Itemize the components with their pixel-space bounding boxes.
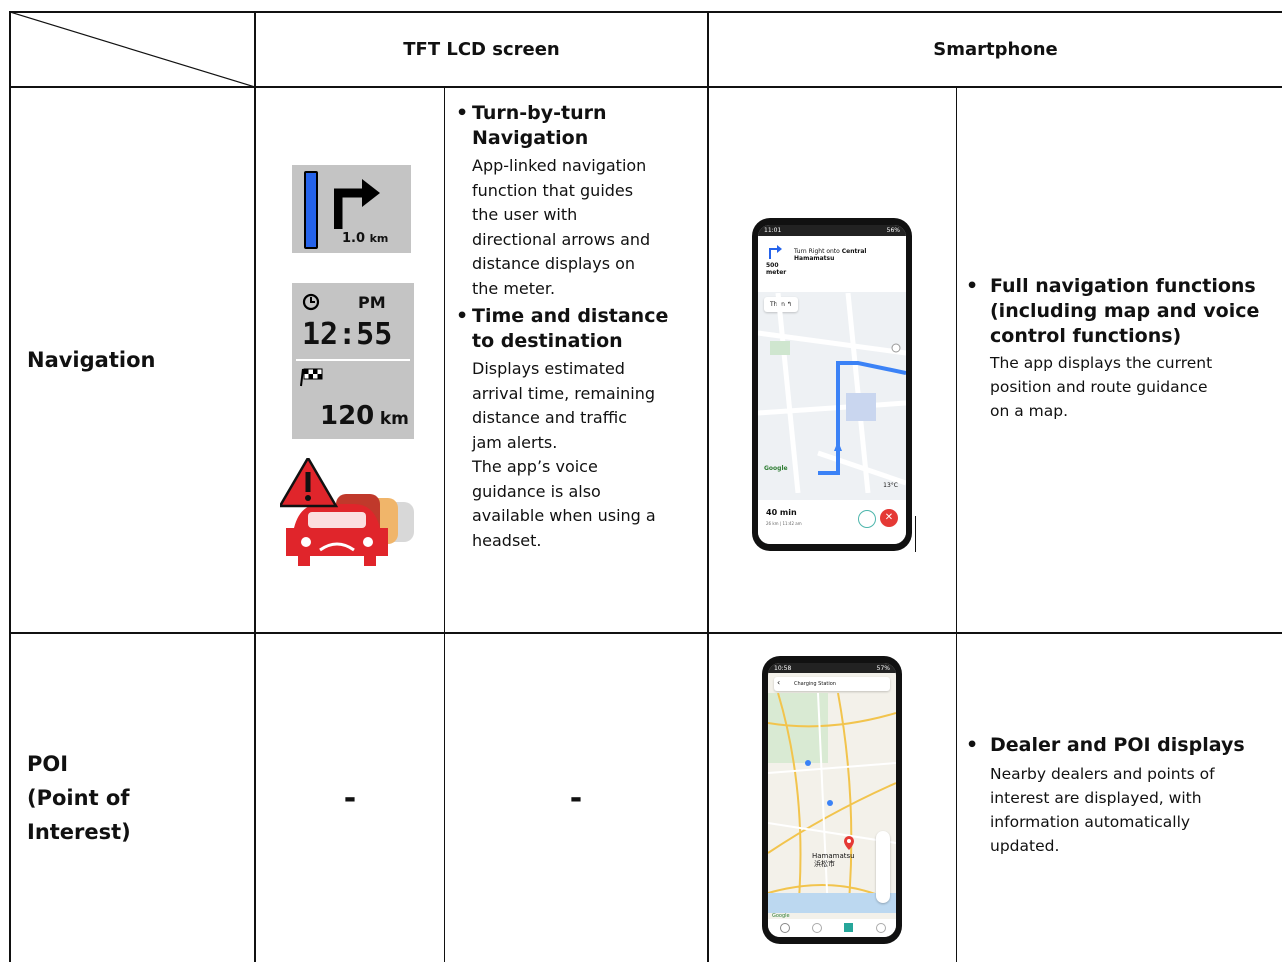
header-smartphone-label: Smartphone xyxy=(933,39,1058,60)
stray-mark xyxy=(915,516,916,552)
turn-right-icon xyxy=(769,245,782,259)
poi-tft-dash-1: - xyxy=(343,780,357,816)
turn-distance-number: 500 xyxy=(766,262,779,269)
nav-tab-settings-icon[interactable] xyxy=(812,923,822,933)
nav-tab-meter-icon[interactable] xyxy=(780,923,790,933)
bullet-time-distance: Time and distance to destination xyxy=(452,304,704,354)
cancel-navigation-button[interactable]: ✕ xyxy=(880,509,898,527)
nav-tab-more-icon[interactable] xyxy=(876,923,886,933)
clock-time: 12:55 xyxy=(302,317,393,352)
weather-label: 13°C xyxy=(883,482,898,489)
route-options-button[interactable] xyxy=(858,510,876,528)
phone-screen-poi: 10:58 57% ‹ Charging Station Hamamatsu 浜… xyxy=(768,663,896,937)
phone-screen: 11:01 56% 500 meter Turn Right onto Cent… xyxy=(758,225,906,544)
poi-city-en: Hamamatsu xyxy=(812,852,855,860)
turn-distance-label: meter xyxy=(766,269,787,276)
turn-distance-unit: km xyxy=(369,232,389,245)
map-route xyxy=(758,293,906,493)
poi-map-controls[interactable] xyxy=(876,831,890,903)
poi-label-1: POI xyxy=(27,752,69,776)
checkered-flag-icon xyxy=(300,368,323,387)
meter-scale-bar xyxy=(304,171,318,249)
full-navigation-description: The app displays the current position an… xyxy=(990,354,1213,420)
col-divider-4 xyxy=(956,87,957,962)
tft-separator xyxy=(296,359,410,361)
turn-text: Turn Right onto xyxy=(794,248,840,255)
poi-status-time: 10:58 xyxy=(774,665,792,672)
time-distance-description: Displays estimated arrival time, remaini… xyxy=(472,359,656,550)
eta-sub: 26 km | 11:42 am xyxy=(766,521,802,526)
phone-navigation-screenshot: 11:01 56% 500 meter Turn Right onto Cent… xyxy=(752,218,912,551)
poi-search-bar[interactable]: ‹ Charging Station xyxy=(774,677,890,691)
row-label-navigation: Navigation xyxy=(11,88,254,632)
remaining-distance-unit: km xyxy=(379,409,409,429)
navigation-label: Navigation xyxy=(27,348,156,372)
traffic-jam-alert-icon xyxy=(280,458,414,566)
poi-tft-icon-cell: - xyxy=(256,634,444,962)
eta-panel: 40 min 26 km | 11:42 am ✕ xyxy=(758,500,906,544)
poi-bottom-nav xyxy=(768,919,896,937)
poi-tft-desc-cell: - xyxy=(445,634,707,962)
poi-label-2: (Point of xyxy=(27,786,130,810)
bullet-full-navigation: Full navigation functions (including map… xyxy=(962,274,1280,349)
poi-status-battery: 57% xyxy=(876,665,890,672)
smartphone-poi-description: Dealer and POI displays Nearby dealers a… xyxy=(962,733,1280,858)
turn-street-1: Central xyxy=(841,248,867,255)
col-divider-3 xyxy=(707,11,709,962)
remaining-distance-value: 120 xyxy=(320,401,375,431)
poi-search-text: Charging Station xyxy=(794,681,836,687)
tft-navigation-description: Turn-by-turn Navigation App-linked navig… xyxy=(452,101,704,553)
header-smartphone: Smartphone xyxy=(709,13,1282,86)
header-tft-label: TFT LCD screen xyxy=(403,39,560,60)
tft-turn-display: 1.0 km xyxy=(292,165,411,253)
bullet-turn-by-turn: Turn-by-turn Navigation xyxy=(452,101,704,151)
tft-time-distance-display: PM 12:55 120 km xyxy=(292,283,414,439)
row-label-poi: POI (Point of Interest) xyxy=(11,634,254,962)
eta-time: 40 min xyxy=(766,508,797,517)
right-turn-arrow-icon xyxy=(334,179,380,229)
bullet-dealer-poi: Dealer and POI displays xyxy=(962,733,1280,758)
dealer-poi-description: Nearby dealers and points of interest ar… xyxy=(990,765,1215,855)
google-label: Google xyxy=(764,465,788,472)
status-battery: 56% xyxy=(886,227,900,234)
poi-tft-dash-2: - xyxy=(569,780,583,816)
back-icon[interactable]: ‹ xyxy=(777,678,780,687)
turn-street-2: Hamamatsu xyxy=(794,255,835,262)
turn-by-turn-description: App-linked navigation function that guid… xyxy=(472,156,651,298)
header-tft: TFT LCD screen xyxy=(256,13,707,86)
poi-city-jp: 浜松市 xyxy=(814,860,835,868)
clock-icon xyxy=(302,293,320,311)
phone-poi-screenshot: 10:58 57% ‹ Charging Station Hamamatsu 浜… xyxy=(762,656,902,944)
status-time: 11:01 xyxy=(764,227,782,234)
turn-instruction-card: 500 meter Turn Right onto Central Hamama… xyxy=(758,236,906,292)
poi-label-3: Interest) xyxy=(27,820,131,844)
clock-period: PM xyxy=(358,293,386,312)
turn-distance-value: 1.0 xyxy=(342,231,366,246)
nav-tab-map-icon[interactable] xyxy=(844,923,853,932)
smartphone-navigation-description: Full navigation functions (including map… xyxy=(962,274,1280,423)
corner-diagonal xyxy=(10,12,255,87)
